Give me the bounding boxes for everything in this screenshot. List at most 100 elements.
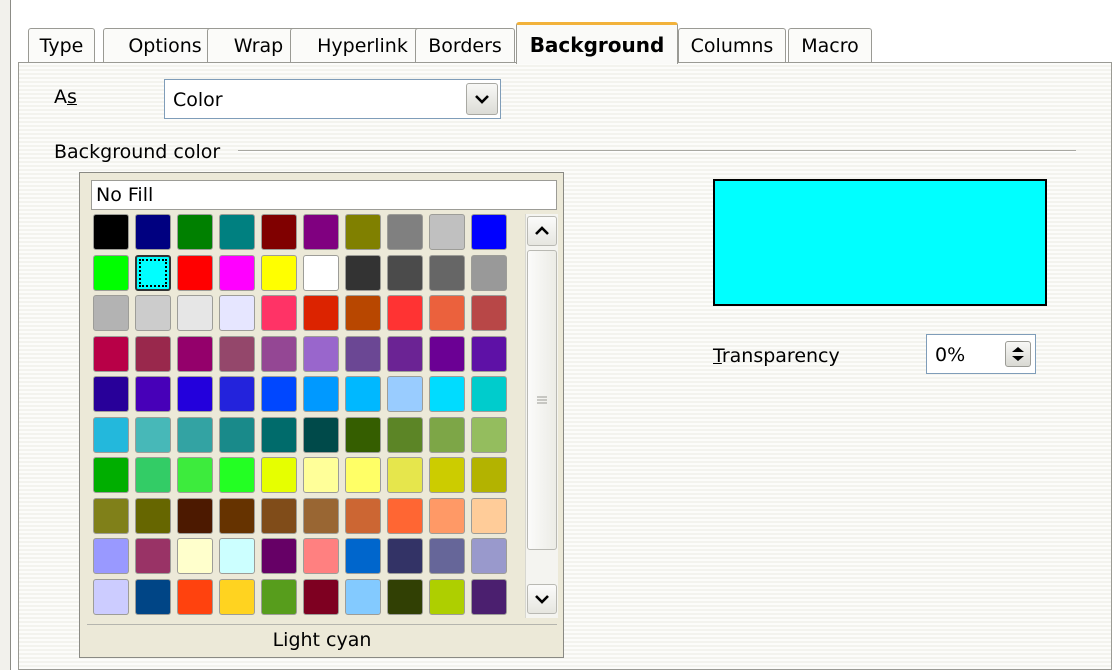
spin-button[interactable]	[1005, 341, 1031, 367]
color-swatch[interactable]	[345, 214, 381, 250]
no-fill-option[interactable]: No Fill	[91, 180, 557, 210]
color-swatch[interactable]	[387, 538, 423, 574]
color-swatch[interactable]	[387, 254, 423, 291]
color-swatch[interactable]	[135, 376, 171, 412]
color-swatch[interactable]	[135, 497, 171, 534]
color-swatch[interactable]	[261, 538, 297, 574]
color-swatch[interactable]	[261, 214, 297, 250]
color-swatch[interactable]	[471, 376, 507, 412]
color-swatch[interactable]	[219, 295, 255, 331]
color-swatch[interactable]	[471, 497, 507, 534]
color-swatch[interactable]	[219, 497, 255, 534]
color-swatch[interactable]	[471, 295, 507, 331]
color-swatch[interactable]	[177, 295, 213, 331]
color-swatch[interactable]	[345, 416, 381, 453]
color-swatch[interactable]	[303, 376, 339, 412]
color-swatch[interactable]	[219, 214, 255, 250]
color-swatch[interactable]	[93, 295, 129, 331]
color-swatch[interactable]	[219, 578, 255, 615]
color-swatch[interactable]	[345, 254, 381, 291]
color-swatch[interactable]	[135, 457, 171, 493]
color-swatch[interactable]	[345, 538, 381, 574]
color-swatch[interactable]	[345, 497, 381, 534]
color-swatch[interactable]	[135, 335, 171, 372]
color-swatch[interactable]	[177, 214, 213, 250]
color-swatch[interactable]	[135, 214, 171, 250]
color-swatch[interactable]	[429, 295, 465, 331]
color-swatch[interactable]	[261, 457, 297, 493]
color-swatch[interactable]	[177, 335, 213, 372]
color-swatch[interactable]	[429, 538, 465, 574]
color-swatch[interactable]	[471, 578, 507, 615]
tab-borders[interactable]: Borders	[415, 28, 515, 62]
color-swatch[interactable]	[261, 295, 297, 331]
color-swatch[interactable]	[93, 214, 129, 250]
color-swatch[interactable]	[177, 416, 213, 453]
color-swatch[interactable]	[135, 416, 171, 453]
color-swatch[interactable]	[345, 295, 381, 331]
color-swatch[interactable]	[261, 254, 297, 291]
tab-macro[interactable]: Macro	[788, 28, 872, 62]
color-swatch[interactable]	[387, 335, 423, 372]
tab-background[interactable]: Background	[516, 22, 678, 64]
palette-scrollbar[interactable]	[525, 214, 558, 618]
color-swatch[interactable]	[303, 416, 339, 453]
color-swatch[interactable]	[303, 295, 339, 331]
tab-hyperlink[interactable]: Hyperlink	[290, 28, 435, 62]
color-swatch[interactable]	[471, 457, 507, 493]
scroll-up-button[interactable]	[527, 216, 557, 246]
color-swatch[interactable]	[93, 416, 129, 453]
color-swatch[interactable]	[219, 538, 255, 574]
color-swatch[interactable]	[135, 538, 171, 574]
scroll-thumb[interactable]	[527, 250, 557, 550]
color-swatch[interactable]	[429, 497, 465, 534]
color-swatch[interactable]	[261, 376, 297, 412]
scroll-down-button[interactable]	[527, 584, 557, 614]
color-swatch[interactable]	[429, 457, 465, 493]
color-swatch[interactable]	[93, 254, 129, 291]
color-swatch[interactable]	[345, 376, 381, 412]
color-swatch[interactable]	[387, 376, 423, 412]
color-swatch[interactable]	[219, 376, 255, 412]
color-swatch[interactable]	[93, 457, 129, 493]
as-select[interactable]: Color	[164, 79, 501, 119]
color-swatch[interactable]	[471, 214, 507, 250]
color-swatch[interactable]	[303, 254, 339, 291]
color-swatch[interactable]	[135, 578, 171, 615]
chevron-down-icon[interactable]	[466, 83, 498, 115]
color-swatch[interactable]	[429, 254, 465, 291]
color-swatch[interactable]	[345, 335, 381, 372]
color-swatch[interactable]	[177, 578, 213, 615]
color-swatch[interactable]	[471, 254, 507, 291]
color-swatch[interactable]	[471, 538, 507, 574]
color-swatch[interactable]	[429, 578, 465, 615]
color-swatch[interactable]	[303, 578, 339, 615]
color-swatch[interactable]	[261, 416, 297, 453]
color-swatch[interactable]	[177, 497, 213, 534]
color-swatch[interactable]	[345, 457, 381, 493]
color-swatch[interactable]	[429, 214, 465, 250]
color-swatch[interactable]	[261, 497, 297, 534]
color-swatch[interactable]	[177, 254, 213, 291]
color-swatch[interactable]	[261, 578, 297, 615]
color-swatch[interactable]	[177, 538, 213, 574]
color-swatch[interactable]	[387, 497, 423, 534]
color-swatch[interactable]	[219, 457, 255, 493]
color-swatch[interactable]	[429, 335, 465, 372]
color-swatch[interactable]	[177, 376, 213, 412]
color-swatch[interactable]	[471, 416, 507, 453]
color-swatch[interactable]	[177, 457, 213, 493]
color-swatch[interactable]	[429, 376, 465, 412]
color-swatch[interactable]	[219, 254, 255, 291]
color-swatch[interactable]	[93, 578, 129, 615]
color-swatch[interactable]	[219, 335, 255, 372]
color-swatch[interactable]	[303, 497, 339, 534]
color-swatch[interactable]	[135, 254, 171, 291]
color-swatch[interactable]	[93, 538, 129, 574]
color-swatch[interactable]	[93, 376, 129, 412]
color-swatch[interactable]	[303, 335, 339, 372]
color-swatch[interactable]	[135, 295, 171, 331]
color-swatch[interactable]	[93, 335, 129, 372]
tab-columns[interactable]: Columns	[678, 28, 786, 62]
color-swatch[interactable]	[387, 214, 423, 250]
